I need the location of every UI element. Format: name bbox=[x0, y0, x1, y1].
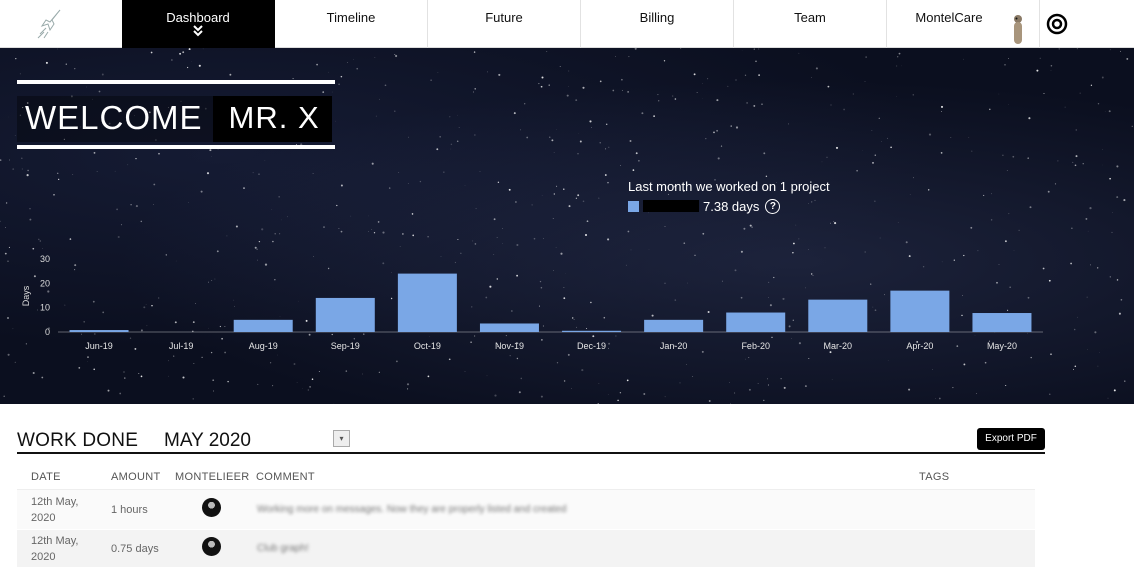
x-tick-label: Oct-19 bbox=[414, 341, 441, 351]
bar-aug-19 bbox=[233, 319, 293, 332]
row-date-line2: 2020 bbox=[31, 512, 56, 524]
logo[interactable] bbox=[0, 0, 122, 48]
column-header-comment[interactable]: COMMENT bbox=[256, 471, 315, 483]
x-tick-label: Nov-19 bbox=[495, 341, 524, 351]
logo-icon bbox=[37, 9, 61, 39]
row-comment: Working more on messages. Now they are p… bbox=[257, 504, 567, 515]
table-row[interactable] bbox=[17, 530, 1035, 567]
row-comment: Club graph! bbox=[257, 543, 309, 554]
bar-jun-19 bbox=[69, 330, 129, 332]
nav-tab-future[interactable]: Future bbox=[428, 0, 581, 48]
bar-jan-20 bbox=[644, 319, 704, 332]
x-tick-label: Apr-20 bbox=[906, 341, 933, 351]
avatar[interactable] bbox=[202, 537, 221, 556]
bar-oct-19 bbox=[397, 273, 457, 332]
x-tick-label: May-20 bbox=[987, 341, 1017, 351]
nav-tab-label: MontelCare bbox=[915, 10, 983, 25]
bar-mar-20 bbox=[808, 299, 868, 332]
nav-tab-timeline[interactable]: Timeline bbox=[275, 0, 428, 48]
month-select-dropdown[interactable]: ▾ bbox=[333, 430, 350, 447]
nav-tab-billing[interactable]: Billing bbox=[581, 0, 734, 48]
bar-feb-20 bbox=[726, 312, 786, 332]
days-bar-chart: 0 10 20 30 Days Jun-19 Jul-19 Aug-19 Sep-19 Oct-1… bbox=[21, 254, 1043, 351]
nav-tab-label: Dashboard bbox=[166, 10, 230, 25]
column-header-date[interactable]: DATE bbox=[31, 471, 61, 483]
row-date-line2: 2020 bbox=[31, 551, 56, 563]
y-tick-label: 10 bbox=[40, 303, 50, 313]
x-tick-label: Mar-20 bbox=[824, 341, 853, 351]
column-header-amount[interactable]: AMOUNT bbox=[111, 471, 160, 483]
nav-tab-dashboard[interactable]: Dashboard bbox=[122, 0, 275, 48]
nav-tab-team[interactable]: Team bbox=[734, 0, 887, 48]
y-tick-label: 30 bbox=[40, 254, 50, 264]
x-tick-label: Jul-19 bbox=[169, 341, 194, 351]
nav-tab-montelcare[interactable]: MontelCare bbox=[887, 0, 1040, 48]
top-navigation: Dashboard Timeline Future Billing Team M… bbox=[0, 0, 1134, 48]
column-header-montelieer[interactable]: MONTELIEER bbox=[175, 471, 250, 483]
chevron-double-down-icon bbox=[122, 25, 274, 40]
bar-dec-19 bbox=[562, 330, 622, 332]
row-date: 12th May, 2020 bbox=[31, 494, 79, 526]
x-tick-label: Jan-20 bbox=[660, 341, 688, 351]
bar-may-20 bbox=[972, 313, 1032, 332]
bar-apr-20 bbox=[890, 290, 950, 332]
y-axis-label: Days bbox=[21, 285, 31, 306]
avatar[interactable] bbox=[202, 498, 221, 517]
x-tick-label: Aug-19 bbox=[249, 341, 278, 351]
row-date-line1: 12th May, bbox=[31, 535, 79, 547]
x-tick-label: Sep-19 bbox=[331, 341, 360, 351]
x-tick-label: Dec-19 bbox=[577, 341, 606, 351]
nav-tab-label: Billing bbox=[639, 10, 675, 25]
bar-sep-19 bbox=[315, 297, 375, 332]
x-tick-label: Jun-19 bbox=[85, 341, 113, 351]
hero-banner: WELCOME MR. X Last month we worked on 1 … bbox=[0, 48, 1134, 404]
column-header-tags[interactable]: TAGS bbox=[919, 471, 949, 483]
y-tick-label: 0 bbox=[45, 327, 50, 337]
work-done-month: MAY 2020 bbox=[164, 430, 251, 451]
nav-tab-label: Team bbox=[794, 10, 826, 25]
nav-tab-label: Future bbox=[485, 10, 523, 25]
y-tick-label: 20 bbox=[40, 278, 50, 288]
meerkat-icon bbox=[1009, 14, 1027, 51]
export-pdf-button[interactable]: Export PDF bbox=[977, 428, 1045, 450]
row-date: 12th May, 2020 bbox=[31, 533, 79, 565]
row-amount: 1 hours bbox=[111, 504, 148, 516]
work-done-title: WORK DONE bbox=[17, 430, 139, 451]
target-icon[interactable] bbox=[1040, 0, 1074, 48]
nav-tab-label: Timeline bbox=[326, 10, 376, 25]
bar-nov-19 bbox=[479, 323, 539, 332]
row-amount: 0.75 days bbox=[111, 543, 159, 555]
x-tick-label: Feb-20 bbox=[741, 341, 770, 351]
row-date-line1: 12th May, bbox=[31, 496, 79, 508]
work-done-rule bbox=[17, 452, 1045, 454]
